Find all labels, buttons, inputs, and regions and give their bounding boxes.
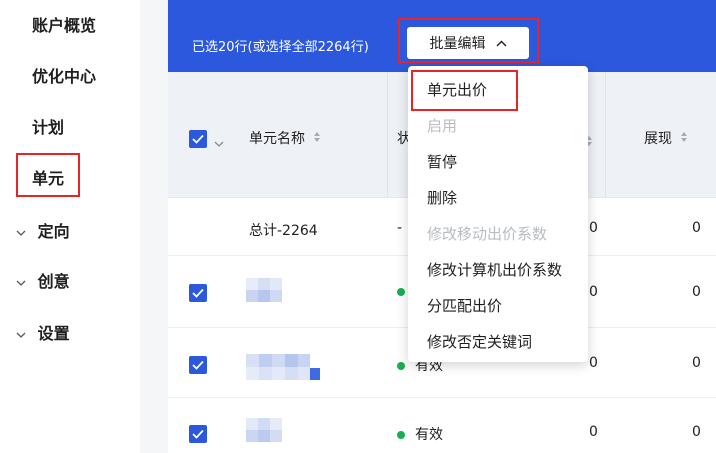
batch-edit-highlight bbox=[398, 18, 539, 63]
row-impressions: 0 bbox=[692, 424, 701, 440]
blurred-unit-name[interactable] bbox=[246, 418, 284, 446]
total-col3: 0 bbox=[589, 220, 598, 236]
blurred-unit-name[interactable] bbox=[246, 354, 320, 384]
content-gutter bbox=[140, 0, 168, 453]
column-divider bbox=[605, 72, 606, 198]
sidebar-item-optimization-center[interactable]: 优化中心 bbox=[32, 63, 96, 87]
row-checkbox[interactable] bbox=[189, 425, 207, 443]
sidebar-item-targeting[interactable]: 定向 bbox=[16, 218, 70, 242]
selection-bar: 已选20行(或选择全部2264行) 批量编辑 bbox=[168, 0, 716, 72]
chevron-down-icon bbox=[16, 225, 32, 241]
batch-edit-dropdown: 单元出价 启用 暂停 删除 修改移动出价系数 修改计算机出价系数 分匹配出价 修… bbox=[408, 66, 588, 362]
select-all-checkbox[interactable] bbox=[189, 130, 207, 148]
menu-item-mobile-bid-ratio: 修改移动出价系数 bbox=[427, 225, 548, 243]
chevron-down-icon bbox=[16, 327, 32, 343]
sort-icon bbox=[313, 131, 321, 147]
row-impressions: 0 bbox=[692, 355, 701, 371]
sidebar-item-creative[interactable]: 创意 bbox=[16, 268, 70, 292]
menu-item-highlight bbox=[411, 70, 518, 111]
menu-item-pause[interactable]: 暂停 bbox=[427, 151, 457, 172]
row-col3: 0 bbox=[589, 355, 598, 371]
menu-item-delete[interactable]: 删除 bbox=[427, 187, 457, 208]
total-label: 总计-2264 bbox=[249, 223, 318, 239]
sidebar: 账户概览 优化中心 计划 单元 定向 创意 设置 bbox=[0, 0, 140, 453]
status-dot-icon bbox=[397, 431, 405, 439]
row-col3: 0 bbox=[589, 284, 598, 300]
row-impressions: 0 bbox=[692, 284, 701, 300]
total-impressions: 0 bbox=[692, 220, 701, 236]
row-checkbox[interactable] bbox=[189, 356, 207, 374]
menu-item-negative-keywords[interactable]: 修改否定关键词 bbox=[427, 331, 532, 352]
column-divider bbox=[387, 72, 388, 198]
menu-item-computer-bid-ratio[interactable]: 修改计算机出价系数 bbox=[427, 259, 562, 280]
sidebar-item-plan[interactable]: 计划 bbox=[32, 114, 64, 138]
total-status: - bbox=[397, 220, 403, 236]
status-dot-icon bbox=[397, 362, 405, 370]
chevron-down-icon bbox=[16, 275, 32, 291]
status-dot-icon bbox=[397, 288, 405, 296]
row-col3: 0 bbox=[589, 424, 598, 440]
row-status: 有效 bbox=[397, 424, 443, 444]
column-header-unit-name[interactable]: 单元名称 bbox=[249, 128, 321, 148]
menu-item-match-bid[interactable]: 分匹配出价 bbox=[427, 295, 502, 316]
blurred-unit-name[interactable] bbox=[246, 278, 284, 306]
select-all-chevron-icon[interactable] bbox=[214, 132, 224, 151]
selection-count-text[interactable]: 已选20行(或选择全部2264行) bbox=[192, 36, 369, 55]
sidebar-active-highlight bbox=[16, 153, 80, 197]
row-checkbox[interactable] bbox=[189, 284, 207, 302]
table-row: 有效 0 0 bbox=[168, 398, 716, 453]
sort-icon bbox=[680, 131, 688, 147]
sidebar-item-account-overview[interactable]: 账户概览 bbox=[32, 12, 96, 36]
menu-item-enable: 启用 bbox=[427, 117, 458, 135]
column-header-impressions[interactable]: 展现 bbox=[644, 128, 688, 148]
sidebar-item-settings[interactable]: 设置 bbox=[16, 320, 70, 344]
